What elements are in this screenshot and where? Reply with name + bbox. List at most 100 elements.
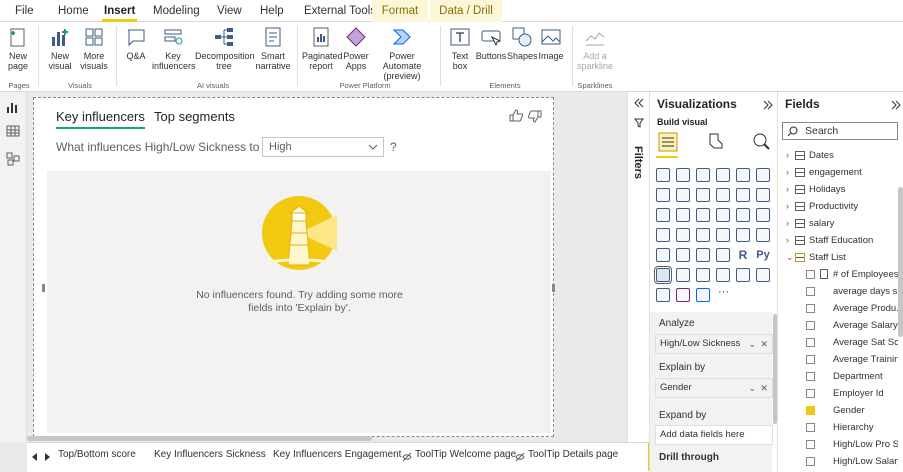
checkbox[interactable] <box>806 321 815 330</box>
expand-chevron-icon[interactable] <box>634 98 644 108</box>
more-visuals-button[interactable]: More visuals <box>78 25 110 71</box>
buttons-button[interactable]: Buttons <box>475 25 507 61</box>
field-table-holidays[interactable]: › Holidays <box>778 181 898 198</box>
field-table-engagement[interactable]: › engagement <box>778 164 898 181</box>
power-apps-button[interactable]: Power Apps <box>341 25 371 71</box>
line-chart-icon[interactable] <box>656 188 670 202</box>
collapse-chevron-icon[interactable] <box>763 100 773 110</box>
tab-external-tools[interactable]: External Tools <box>302 0 378 22</box>
resize-handle-left[interactable] <box>42 284 45 292</box>
fields-search-input[interactable]: Search <box>782 122 898 140</box>
tab-file[interactable]: File <box>13 0 36 22</box>
help-icon[interactable]: ? <box>390 140 397 154</box>
checkbox[interactable] <box>806 389 815 398</box>
resize-handle-right[interactable] <box>552 284 555 292</box>
field-table-staff-list[interactable]: ⌄ Staff List <box>778 249 898 266</box>
checkbox-checked[interactable] <box>806 406 815 415</box>
checkbox[interactable] <box>806 287 815 296</box>
tab-format[interactable]: Format <box>372 0 428 22</box>
page-tab-tooltip-details[interactable]: ToolTip Details page <box>528 449 618 460</box>
field-table-productivity[interactable]: › Productivity <box>778 198 898 215</box>
filled-map-icon[interactable] <box>676 228 690 242</box>
scatter-chart-icon[interactable] <box>696 208 710 222</box>
tab-home[interactable]: Home <box>56 0 91 22</box>
slicer-icon[interactable] <box>696 248 710 262</box>
area-chart-icon[interactable] <box>676 188 690 202</box>
format-visual-icon[interactable] <box>707 132 725 150</box>
stacked-bar-chart-icon[interactable] <box>656 168 670 182</box>
line-clustered-column-icon[interactable] <box>736 188 750 202</box>
field-item[interactable]: Average Sat Sc... <box>778 334 898 351</box>
checkbox[interactable] <box>806 355 815 364</box>
kpi-icon[interactable] <box>676 248 690 262</box>
field-item[interactable]: # of Employees <box>778 266 898 283</box>
field-item[interactable]: Gender <box>778 402 898 419</box>
collapse-chevron-icon[interactable] <box>891 100 901 110</box>
tab-insert[interactable]: Insert <box>102 0 138 22</box>
field-item[interactable]: average days si... <box>778 283 898 300</box>
tab-view[interactable]: View <box>215 0 244 22</box>
filters-pane-collapsed[interactable]: Filters <box>627 92 649 442</box>
field-table-staff-education[interactable]: › Staff Education <box>778 232 898 249</box>
model-view-icon[interactable] <box>6 152 20 166</box>
horizontal-scrollbar[interactable] <box>27 436 372 441</box>
checkbox[interactable] <box>806 304 815 313</box>
ribbon-chart-icon[interactable] <box>756 188 770 202</box>
checkbox[interactable] <box>806 270 815 279</box>
python-visual-icon[interactable]: Py <box>756 248 770 262</box>
next-page-icon[interactable] <box>43 453 51 461</box>
page-tab-top-bottom-score[interactable]: Top/Bottom score <box>58 449 136 460</box>
tab-key-influencers[interactable]: Key influencers <box>56 109 145 129</box>
field-table-salary[interactable]: › salary <box>778 215 898 232</box>
key-influencers-visual[interactable]: Key influencers Top segments What influe… <box>33 97 555 437</box>
image-button[interactable]: Image <box>537 25 565 61</box>
checkbox[interactable] <box>806 372 815 381</box>
table-icon[interactable] <box>716 248 730 262</box>
qa-button[interactable]: Q&A <box>122 25 150 61</box>
page-tab-key-influencers-sickness[interactable]: Key Influencers Sickness <box>154 449 266 460</box>
shape-map-icon[interactable] <box>696 228 710 242</box>
power-apps-visual-icon[interactable] <box>676 288 690 302</box>
text-box-button[interactable]: Text box <box>446 25 474 71</box>
card-icon[interactable] <box>756 228 770 242</box>
stacked-column-chart-icon[interactable] <box>676 168 690 182</box>
smart-narrative-visual-icon[interactable] <box>716 268 730 282</box>
field-item[interactable]: Department <box>778 368 898 385</box>
qa-visual-icon[interactable] <box>696 268 710 282</box>
paginated-report-button[interactable]: Paginated report <box>302 25 343 71</box>
chevron-down-icon[interactable]: ⌄ <box>748 379 756 397</box>
power-automate-visual-icon[interactable] <box>696 288 710 302</box>
checkbox[interactable] <box>806 440 815 449</box>
tab-top-segments[interactable]: Top segments <box>154 109 235 124</box>
field-table-dates[interactable]: › Dates <box>778 147 898 164</box>
field-item[interactable]: High/Low Salary <box>778 453 898 470</box>
target-value-dropdown[interactable]: High <box>262 137 384 157</box>
clustered-column-chart-icon[interactable] <box>716 168 730 182</box>
smart-narrative-button[interactable]: Smart narrative <box>254 25 292 71</box>
azure-map-icon[interactable] <box>716 228 730 242</box>
treemap-icon[interactable] <box>756 208 770 222</box>
key-influencers-visual-icon[interactable] <box>654 266 672 284</box>
tab-help[interactable]: Help <box>258 0 286 22</box>
expand-by-well[interactable]: Add data fields here <box>655 425 773 445</box>
field-item[interactable]: Employer Id <box>778 385 898 402</box>
field-item[interactable]: High/Low Pro S... <box>778 436 898 453</box>
tab-data-drill[interactable]: Data / Drill <box>430 0 502 22</box>
clustered-bar-chart-icon[interactable] <box>696 168 710 182</box>
decomposition-tree-visual-icon[interactable] <box>676 268 690 282</box>
remove-field-icon[interactable]: ✕ <box>760 379 768 397</box>
pie-chart-icon[interactable] <box>716 208 730 222</box>
arcgis-map-icon[interactable] <box>656 288 670 302</box>
thumbs-up-icon[interactable] <box>509 109 523 122</box>
power-automate-button[interactable]: Power Automate (preview) <box>372 25 432 81</box>
add-sparkline-button[interactable]: Add a sparkline <box>576 25 614 71</box>
tab-modeling[interactable]: Modeling <box>151 0 202 22</box>
explain-by-well[interactable]: Gender ⌄ ✕ <box>655 378 773 398</box>
build-visual-icon[interactable] <box>658 132 678 152</box>
map-icon[interactable] <box>656 228 670 242</box>
donut-chart-icon[interactable] <box>736 208 750 222</box>
report-view-icon[interactable] <box>6 100 20 114</box>
new-visual-button[interactable]: New visual <box>45 25 75 71</box>
prev-page-icon[interactable] <box>31 453 39 461</box>
stacked-bar-100-icon[interactable] <box>736 168 750 182</box>
